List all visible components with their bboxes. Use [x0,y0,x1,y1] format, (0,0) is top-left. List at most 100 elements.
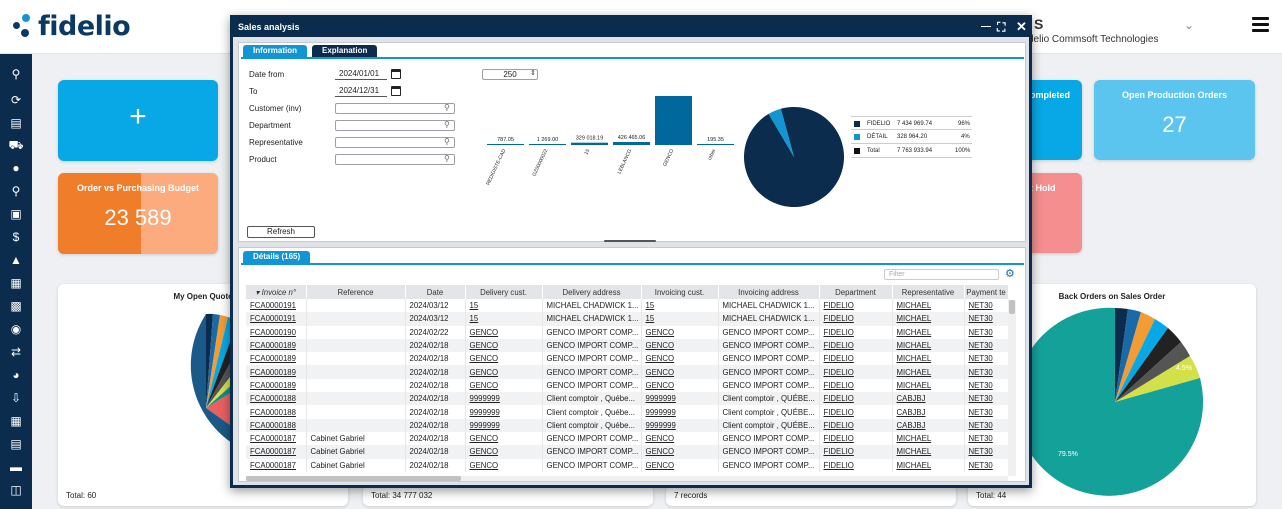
table-cell[interactable]: FCA0000188 [246,392,307,406]
column-header[interactable]: Delivery address [542,285,642,299]
table-cell[interactable]: MICHAEL [892,431,965,446]
column-header[interactable]: Payment te [964,285,1009,299]
add-widget-tile[interactable]: + [58,80,218,161]
table-cell[interactable]: NET30 [964,338,1009,353]
shopping-icon[interactable]: ▲ [0,250,32,270]
table-cell[interactable]: CABJBJ [892,418,965,432]
chevron-down-icon[interactable]: ⌄ [1184,18,1194,32]
table-cell[interactable]: GENCO [641,431,719,446]
stepper-arrows-icon[interactable]: ⇕ [530,69,536,77]
table-cell[interactable]: FIDELIO [819,299,893,313]
table-cell[interactable]: GENCO [641,378,719,393]
column-header[interactable]: Representative [892,285,965,299]
table-cell[interactable]: FCA0000189 [246,365,307,379]
open-production-tile[interactable]: Open Production Orders 27 [1094,80,1255,160]
truck-icon[interactable]: ⛟ [0,136,32,156]
table-cell[interactable]: 15 [641,312,719,326]
invoice-icon[interactable]: $ [0,227,32,247]
table-row[interactable]: FCA0000189 2024/02/18 GENCO GENCO IMPORT CO… [246,365,1009,379]
table-cell[interactable]: NET30 [964,312,1009,326]
table-cell[interactable]: MICHAEL [892,338,965,353]
minimize-icon[interactable]: — [981,19,991,35]
table-cell[interactable]: FCA0000191 [246,312,307,326]
table-row[interactable]: FCA0000188 2024/02/18 9999999 Client compto… [246,418,1009,432]
chart-icon[interactable]: ▤ [0,113,32,133]
close-icon[interactable]: ✕ [1016,19,1027,35]
download-icon[interactable]: ⇩ [0,388,32,408]
horizontal-scrollbar[interactable] [246,476,1008,481]
table-cell[interactable]: FCA0000187 [246,431,307,446]
report-icon[interactable]: ◫ [0,480,32,500]
grid-icon[interactable]: ▦ [0,411,32,431]
table-cell[interactable]: FCA0000189 [246,338,307,353]
table-cell[interactable]: FCA0000187 [246,445,307,459]
table-cell[interactable]: GENCO [641,458,719,472]
table-cell[interactable]: GENCO [641,325,719,339]
table-cell[interactable]: MICHAEL [892,365,965,379]
table-cell[interactable]: MICHAEL [892,378,965,393]
column-header[interactable]: Delivery cust. [465,285,543,299]
calendar-icon[interactable] [391,69,401,79]
product-input[interactable] [335,154,455,165]
modal-header[interactable]: Sales analysis — ⛶ ✕ [233,18,1029,37]
table-cell[interactable]: NET30 [964,418,1009,432]
table-cell[interactable]: FIDELIO [819,458,893,472]
table-cell[interactable]: 9999999 [641,418,719,432]
table-cell[interactable]: NET30 [964,431,1009,446]
contact-icon[interactable]: ▣ [0,204,32,224]
table-cell[interactable]: NET30 [964,378,1009,393]
table-cell[interactable]: MICHAEL [892,299,965,313]
table-cell[interactable]: FCA0000189 [246,378,307,393]
column-header[interactable]: Reference [306,285,406,299]
table-cell[interactable]: 9999999 [641,405,719,419]
column-header[interactable]: Invoicing cust. [641,285,719,299]
refresh-button[interactable]: Refresh [247,226,315,238]
date-from-input[interactable]: 2024/01/01 [335,69,387,80]
cart-icon[interactable]: ⚲ [0,181,32,201]
table-cell[interactable]: 9999999 [465,418,543,432]
search-icon[interactable]: ⚲ [444,120,450,129]
table-row[interactable]: FCA0000188 2024/02/18 9999999 Client compto… [246,405,1009,419]
table-cell[interactable]: GENCO [465,352,543,366]
table-row[interactable]: FCA0000191 2024/03/12 15 MICHAEL CHADWICK 1… [246,299,1009,313]
table-row[interactable]: FCA0000187 Cabinet Gabriel 2024/02/18 GENCO… [246,445,1009,459]
industry-icon[interactable]: ▤ [0,434,32,454]
gear-icon[interactable]: ⚙ [1005,267,1015,280]
table-cell[interactable]: FIDELIO [819,405,893,419]
search-icon[interactable]: ⚲ [0,64,32,84]
table-cell[interactable]: GENCO [641,445,719,459]
message-icon[interactable]: ▬ [0,457,32,477]
table-cell[interactable]: NET30 [964,365,1009,379]
table-cell[interactable]: NET30 [964,458,1009,472]
table-cell[interactable]: MICHAEL [892,325,965,339]
table-cell[interactable]: 15 [641,299,719,313]
table-cell[interactable]: FIDELIO [819,338,893,353]
resize-handle[interactable] [604,240,656,242]
filter-input[interactable]: Filter [884,269,999,280]
table-row[interactable]: FCA0000187 Cabinet Gabriel 2024/02/18 GENCO… [246,431,1009,446]
table-cell[interactable]: GENCO [465,431,543,446]
factory-icon[interactable]: ▩ [0,296,32,316]
table-row[interactable]: FCA0000191 2024/03/12 15 MICHAEL CHADWICK 1… [246,312,1009,326]
table-cell[interactable]: MICHAEL [892,445,965,459]
table-cell[interactable]: FCA0000188 [246,405,307,419]
table-row[interactable]: FCA0000189 2024/02/18 GENCO GENCO IMPORT CO… [246,352,1009,366]
table-cell[interactable]: NET30 [964,299,1009,313]
search-icon[interactable]: ⚲ [444,103,450,112]
tab-information[interactable]: Information [243,45,307,57]
table-cell[interactable]: 9999999 [641,392,719,406]
representative-input[interactable] [335,137,455,148]
table-cell[interactable]: FIDELIO [819,365,893,379]
table-cell[interactable]: FIDELIO [819,378,893,393]
table-cell[interactable]: GENCO [465,365,543,379]
calendar-icon[interactable] [391,86,401,96]
table-cell[interactable]: FIDELIO [819,325,893,339]
table-row[interactable]: FCA0000189 2024/02/18 GENCO GENCO IMPORT CO… [246,338,1009,353]
table-cell[interactable]: 9999999 [465,392,543,406]
transfer-icon[interactable]: ⇄ [0,342,32,362]
table-cell[interactable]: FIDELIO [819,392,893,406]
vertical-scrollbar[interactable] [1008,300,1016,476]
table-cell[interactable]: GENCO [465,338,543,353]
table-cell[interactable]: GENCO [465,378,543,393]
tab-details[interactable]: Détails (165) [243,251,311,263]
